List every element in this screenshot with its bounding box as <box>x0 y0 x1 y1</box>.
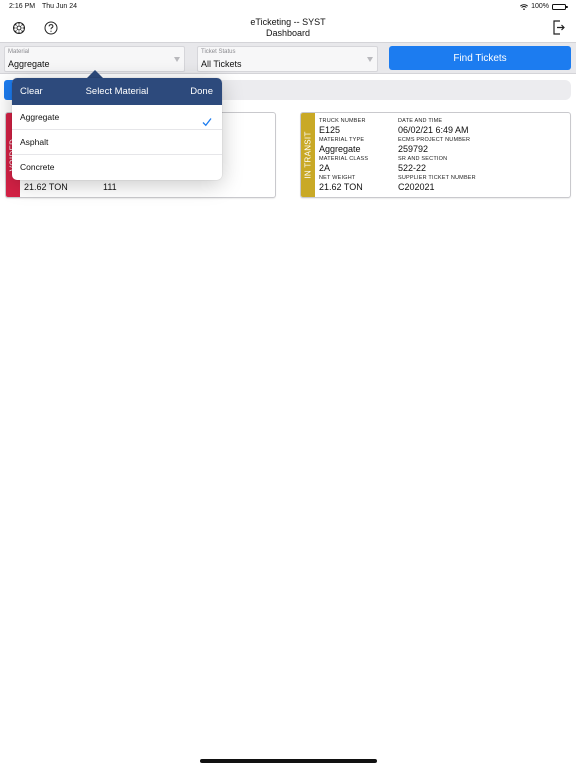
app-title: eTicketing -- SYST <box>250 17 326 27</box>
checkmark-icon <box>202 112 212 127</box>
option-label: Concrete <box>20 162 55 172</box>
material-option-concrete[interactable]: Concrete <box>12 155 222 180</box>
clear-button[interactable]: Clear <box>20 86 43 97</box>
done-button[interactable]: Done <box>190 86 213 97</box>
material-type-value: Aggregate <box>319 144 361 154</box>
supplier-ticket-value: 111 <box>103 182 117 192</box>
ecms-project-label: ECMS PROJECT NUMBER <box>398 137 471 143</box>
status-time: 2:16 PM <box>9 3 36 10</box>
sr-section-value: 522-22 <box>398 163 427 173</box>
material-select[interactable]: Material Aggregate <box>4 46 185 72</box>
find-tickets-button[interactable]: Find Tickets <box>389 46 571 70</box>
nav-header: eTicketing -- SYST Dashboard <box>0 14 576 42</box>
truck-number-label: TRUCK NUMBER <box>319 118 366 124</box>
material-type-label: MATERIAL TYPE <box>319 137 365 143</box>
status-date: Thu Jun 24 <box>42 3 78 10</box>
truck-number-value: E125 <box>319 125 341 135</box>
chevron-down-icon <box>174 57 180 62</box>
status-stripe: IN TRANSIT <box>301 113 315 197</box>
material-option-aggregate[interactable]: Aggregate <box>12 105 222 130</box>
ticket-status-value: All Tickets <box>201 59 242 69</box>
option-label: Aggregate <box>20 112 60 122</box>
home-indicator[interactable] <box>200 759 377 763</box>
status-bar: 2:16 PM Thu Jun 24 100% <box>0 0 576 14</box>
material-class-value: 2A <box>319 163 331 173</box>
dashboard-screen: 2:16 PM Thu Jun 24 100% eTicketing -- SY… <box>0 0 576 768</box>
material-select-label: Material <box>8 49 30 55</box>
status-indicators: 100% <box>520 3 568 10</box>
date-time-label: DATE AND TIME <box>398 118 443 124</box>
wifi-icon <box>520 3 529 10</box>
battery-icon <box>552 3 568 10</box>
net-weight-value: 21.62 TON <box>24 182 68 192</box>
net-weight-label: NET WEIGHT <box>319 175 356 181</box>
sr-section-label: SR AND SECTION <box>398 156 448 162</box>
material-select-value: Aggregate <box>8 59 50 69</box>
date-time-value: 06/02/21 6:49 AM <box>398 125 469 135</box>
ticket-status-label: Ticket Status <box>201 49 236 55</box>
ticket-status-text: IN TRANSIT <box>303 131 313 179</box>
material-class-label: MATERIAL CLASS <box>319 156 369 162</box>
material-option-asphalt[interactable]: Asphalt <box>12 130 222 155</box>
net-weight-value: 21.62 TON <box>319 182 363 192</box>
header-title: eTicketing -- SYST Dashboard <box>0 17 576 39</box>
select-material-popover: Clear Select Material Done Aggregate Asp… <box>12 78 222 180</box>
ticket-status-select[interactable]: Ticket Status All Tickets <box>197 46 378 72</box>
ticket-card[interactable]: IN TRANSIT TRUCK NUMBER E125 DATE AND TI… <box>300 112 571 198</box>
page-subtitle: Dashboard <box>265 28 311 38</box>
supplier-ticket-value: C202021 <box>398 182 435 192</box>
popover-header: Clear Select Material Done <box>12 78 222 105</box>
material-option-list: Aggregate Asphalt Concrete <box>12 105 222 180</box>
option-label: Asphalt <box>20 137 49 147</box>
battery-percent: 100% <box>531 3 549 10</box>
chevron-down-icon <box>367 57 373 62</box>
supplier-ticket-label: SUPPLIER TICKET NUMBER <box>398 175 476 181</box>
ecms-project-value: 259792 <box>398 144 429 154</box>
logout-icon[interactable] <box>552 20 565 35</box>
